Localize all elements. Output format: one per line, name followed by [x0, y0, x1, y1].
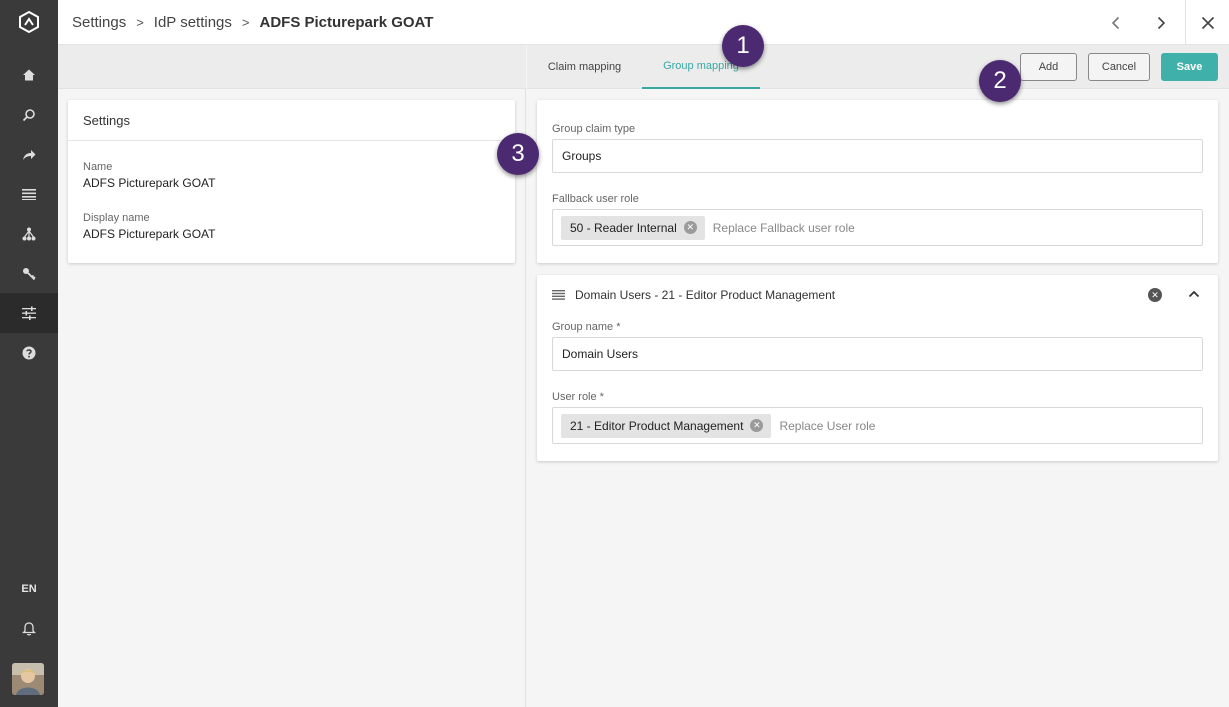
fallback-user-role-field[interactable]: 50 - Reader Internal ✕ Replace Fallback …: [552, 209, 1203, 246]
name-label: Name: [83, 161, 113, 173]
search-icon[interactable]: [0, 95, 58, 135]
settings-card-title: Settings: [68, 100, 515, 141]
bell-icon[interactable]: [0, 615, 58, 641]
group-mapping-item: Domain Users - 21 - Editor Product Manag…: [537, 275, 1218, 461]
user-role-label: User role *: [552, 391, 604, 403]
logo-icon[interactable]: [0, 0, 58, 44]
group-name-input[interactable]: Domain Users: [552, 337, 1203, 371]
display-name-value: ADFS Picturepark GOAT: [83, 227, 216, 241]
breadcrumb-item-settings[interactable]: Settings: [72, 14, 126, 31]
top-bar: Settings > IdP settings > ADFS Picturepa…: [58, 0, 1229, 45]
breadcrumb-separator: >: [136, 15, 144, 30]
chevron-up-icon[interactable]: [1188, 288, 1200, 303]
user-role-chip: 21 - Editor Product Management ✕: [561, 413, 772, 438]
help-icon[interactable]: [0, 333, 58, 373]
add-button[interactable]: Add: [1020, 53, 1077, 81]
left-pane: Settings Name ADFS Picturepark GOAT Disp…: [58, 45, 526, 707]
breadcrumb: Settings > IdP settings > ADFS Picturepa…: [72, 0, 433, 45]
user-role-chip-label: 21 - Editor Product Management: [570, 418, 744, 433]
fallback-user-role-label: Fallback user role: [552, 193, 639, 205]
settings-sliders-icon[interactable]: [0, 293, 58, 333]
list-icon[interactable]: [0, 174, 58, 214]
breadcrumb-separator: >: [241, 15, 250, 30]
cancel-button[interactable]: Cancel: [1088, 53, 1150, 81]
user-role-placeholder: Replace User role: [779, 418, 876, 433]
chevron-right-icon[interactable]: [1139, 0, 1183, 45]
nav-rail: EN: [0, 0, 58, 707]
group-claim-type-input[interactable]: Groups: [552, 139, 1203, 173]
fallback-role-chip: 50 - Reader Internal ✕: [561, 215, 705, 240]
settings-card: Settings Name ADFS Picturepark GOAT Disp…: [68, 100, 515, 263]
breadcrumb-item-idp-settings[interactable]: IdP settings: [154, 14, 232, 31]
display-name-field: Display name ADFS Picturepark GOAT: [83, 212, 215, 241]
language-switch[interactable]: EN: [0, 578, 58, 600]
drag-handle-icon[interactable]: [552, 290, 565, 300]
group-claim-type-label: Group claim type: [552, 123, 636, 135]
remove-chip-icon[interactable]: ✕: [750, 419, 764, 432]
breadcrumb-current: ADFS Picturepark GOAT: [259, 14, 434, 31]
right-pane: Claim mapping Group mapping Add Cancel S…: [527, 45, 1229, 707]
remove-mapping-icon[interactable]: ✕: [1148, 288, 1162, 302]
callout-1: 1: [722, 25, 764, 67]
group-mapping-title: Domain Users - 21 - Editor Product Manag…: [575, 288, 836, 302]
tab-claim-mapping[interactable]: Claim mapping: [537, 45, 632, 89]
left-pane-toolbar: [58, 45, 526, 89]
avatar[interactable]: [12, 663, 44, 695]
group-name-label: Group name *: [552, 321, 621, 333]
group-claim-card: Group claim type Groups Fallback user ro…: [537, 100, 1218, 263]
chevron-left-icon[interactable]: [1094, 0, 1138, 45]
hierarchy-icon[interactable]: [0, 214, 58, 254]
fallback-role-chip-label: 50 - Reader Internal: [570, 220, 677, 235]
tab-bar: Claim mapping Group mapping Add Cancel S…: [527, 45, 1229, 89]
key-icon[interactable]: [0, 254, 58, 294]
save-button[interactable]: Save: [1161, 53, 1218, 81]
callout-3: 3: [497, 133, 539, 175]
close-icon[interactable]: [1185, 0, 1229, 45]
name-field: Name ADFS Picturepark GOAT: [83, 161, 215, 190]
share-icon[interactable]: [0, 135, 58, 175]
home-icon[interactable]: [0, 55, 58, 95]
remove-chip-icon[interactable]: ✕: [683, 221, 697, 234]
callout-2: 2: [979, 60, 1021, 102]
group-mapping-header[interactable]: Domain Users - 21 - Editor Product Manag…: [552, 275, 835, 315]
display-name-label: Display name: [83, 212, 150, 224]
name-value: ADFS Picturepark GOAT: [83, 176, 216, 190]
fallback-role-placeholder: Replace Fallback user role: [712, 220, 855, 235]
user-role-field[interactable]: 21 - Editor Product Management ✕ Replace…: [552, 407, 1203, 444]
